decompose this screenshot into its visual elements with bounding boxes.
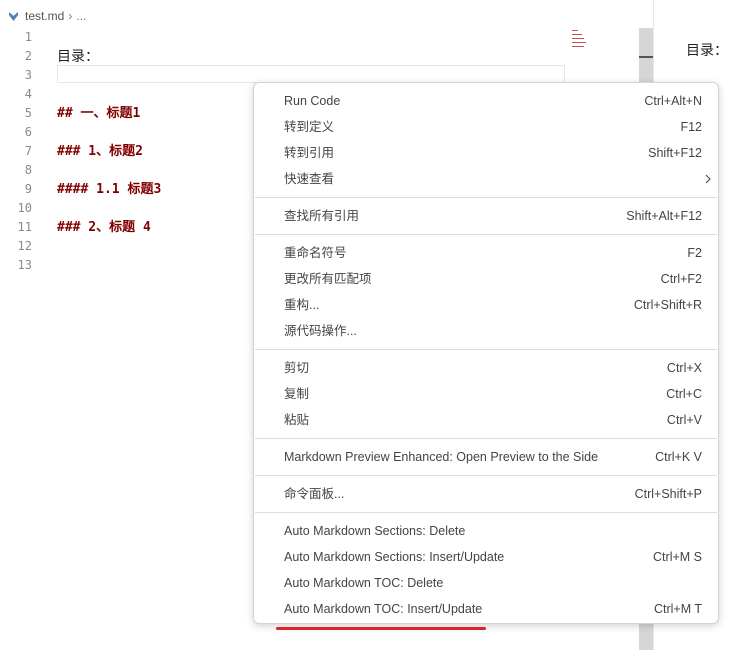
line-number: 3 — [24, 68, 32, 82]
menu-item-shortcut: Ctrl+F2 — [660, 272, 702, 286]
menu-item-label: Auto Markdown Sections: Delete — [284, 524, 466, 538]
menu-item[interactable]: Auto Markdown TOC: Delete — [255, 570, 717, 596]
scrollbar-cursor-mark — [639, 56, 653, 58]
menu-item-label: Run Code — [284, 94, 341, 108]
line-number: 1 — [24, 30, 32, 44]
menu-separator — [255, 197, 717, 198]
menu-item-shortcut: Ctrl+K V — [655, 450, 702, 464]
minimap[interactable] — [572, 28, 588, 50]
menu-item-shortcut: Ctrl+Alt+N — [644, 94, 702, 108]
menu-item[interactable]: Auto Markdown TOC: Insert/Update Ctrl+M T — [255, 596, 717, 622]
menu-item-shortcut: Ctrl+Shift+R — [633, 298, 702, 312]
menu-item[interactable]: 查找所有引用 Shift+Alt+F12 — [255, 203, 717, 229]
menu-item[interactable]: Auto Markdown Sections: Delete — [255, 518, 717, 544]
menu-item-shortcut: Ctrl+M S — [653, 550, 702, 564]
menu-item-shortcut: Ctrl+Shift+P — [634, 487, 702, 501]
menu-item-label: 更改所有匹配项 — [284, 272, 372, 286]
menu-item-label: 复制 — [284, 387, 310, 401]
preview-heading-fragment — [732, 88, 743, 108]
menu-separator — [255, 512, 717, 513]
markdown-heading-text: ### 2、标题 4 — [57, 220, 151, 235]
menu-item[interactable]: 转到引用 Shift+F12 — [255, 140, 717, 166]
menu-item-label: 转到定义 — [284, 120, 335, 134]
chevron-right-icon — [705, 174, 711, 184]
menu-separator — [255, 234, 717, 235]
menu-item[interactable]: 重命名符号 F2 — [255, 240, 717, 266]
line-number: 12 — [17, 239, 32, 253]
menu-item-shortcut: Shift+Alt+F12 — [626, 209, 702, 223]
menu-item[interactable]: 源代码操作... — [255, 318, 717, 344]
line-number: 7 — [24, 144, 32, 158]
menu-item-label: Auto Markdown Sections: Insert/Update — [284, 550, 505, 564]
line-number: 2 — [24, 49, 32, 63]
menu-item[interactable]: Run Code Ctrl+Alt+N — [255, 88, 717, 114]
menu-item-shortcut: Shift+F12 — [648, 146, 702, 160]
line-number: 10 — [17, 201, 32, 215]
line-text: 目录： — [57, 48, 99, 64]
menu-item[interactable]: 剪切 Ctrl+X — [255, 355, 717, 381]
menu-item[interactable]: 更改所有匹配项 Ctrl+F2 — [255, 266, 717, 292]
menu-item-shortcut: Ctrl+C — [666, 387, 702, 401]
editor-line[interactable]: 1 — [0, 28, 600, 47]
menu-item[interactable]: Auto Markdown Sections: Insert/Update Ctr… — [255, 544, 717, 570]
line-number: 8 — [24, 163, 32, 177]
breadcrumb-separator: › — [68, 9, 73, 23]
markdown-file-icon — [9, 11, 18, 21]
menu-item-label: 查找所有引用 — [284, 209, 360, 223]
menu-item-label: 源代码操作... — [284, 324, 357, 338]
menu-item-label: 转到引用 — [284, 146, 335, 160]
menu-item-label: 命令面板... — [284, 487, 345, 501]
editor-line[interactable]: 2 目录： — [0, 47, 600, 66]
menu-item-shortcut: Ctrl+X — [666, 361, 702, 375]
menu-item-label: 重命名符号 — [284, 246, 347, 260]
line-number: 9 — [24, 182, 32, 196]
menu-item-shortcut: Ctrl+M T — [653, 602, 702, 616]
menu-item[interactable]: 转到定义 F12 — [255, 114, 717, 140]
menu-item[interactable]: 粘贴 Ctrl+V — [255, 407, 717, 433]
menu-item[interactable]: 复制 Ctrl+C — [255, 381, 717, 407]
menu-item[interactable]: 命令面板... Ctrl+Shift+P — [255, 481, 717, 507]
line-number: 13 — [17, 258, 32, 272]
annotation-underline — [276, 627, 486, 630]
context-menu[interactable]: Run Code Ctrl+Alt+N 转到定义 F12 转到引用 Shift+F12 快速… — [253, 82, 719, 624]
menu-separator — [255, 475, 717, 476]
menu-item-label: 重构... — [284, 298, 320, 312]
menu-item-label: 粘贴 — [284, 413, 310, 427]
line-number: 5 — [24, 106, 32, 120]
menu-item-shortcut: F2 — [687, 246, 702, 260]
menu-item-shortcut: F12 — [680, 120, 702, 134]
line-number: 11 — [17, 220, 32, 234]
menu-item-shortcut: Ctrl+V — [666, 413, 702, 427]
menu-item-label: Markdown Preview Enhanced: Open Preview … — [284, 450, 599, 464]
preview-toc-title: 目录： — [686, 42, 728, 58]
markdown-heading-text: ### 1、标题2 — [57, 144, 143, 159]
menu-item[interactable]: 快速查看 — [255, 166, 717, 192]
menu-item[interactable]: Markdown Preview Enhanced: Open Preview … — [255, 444, 717, 470]
breadcrumb-file[interactable]: test.md — [25, 9, 64, 23]
menu-item-label: Auto Markdown TOC: Insert/Update — [284, 602, 483, 616]
breadcrumb: test.md › ... — [8, 6, 86, 26]
line-number: 6 — [24, 125, 32, 139]
markdown-heading-text: ## 一、标题1 — [57, 106, 141, 121]
menu-item-label: Auto Markdown TOC: Delete — [284, 576, 444, 590]
breadcrumb-more[interactable]: ... — [76, 9, 86, 23]
menu-separator — [255, 349, 717, 350]
menu-item-label: 剪切 — [284, 361, 310, 375]
markdown-heading-text: #### 1.1 标题3 — [57, 182, 162, 197]
menu-item-label: 快速查看 — [284, 172, 335, 186]
menu-item[interactable]: 重构... Ctrl+Shift+R — [255, 292, 717, 318]
menu-separator — [255, 438, 717, 439]
line-number: 4 — [24, 87, 32, 101]
